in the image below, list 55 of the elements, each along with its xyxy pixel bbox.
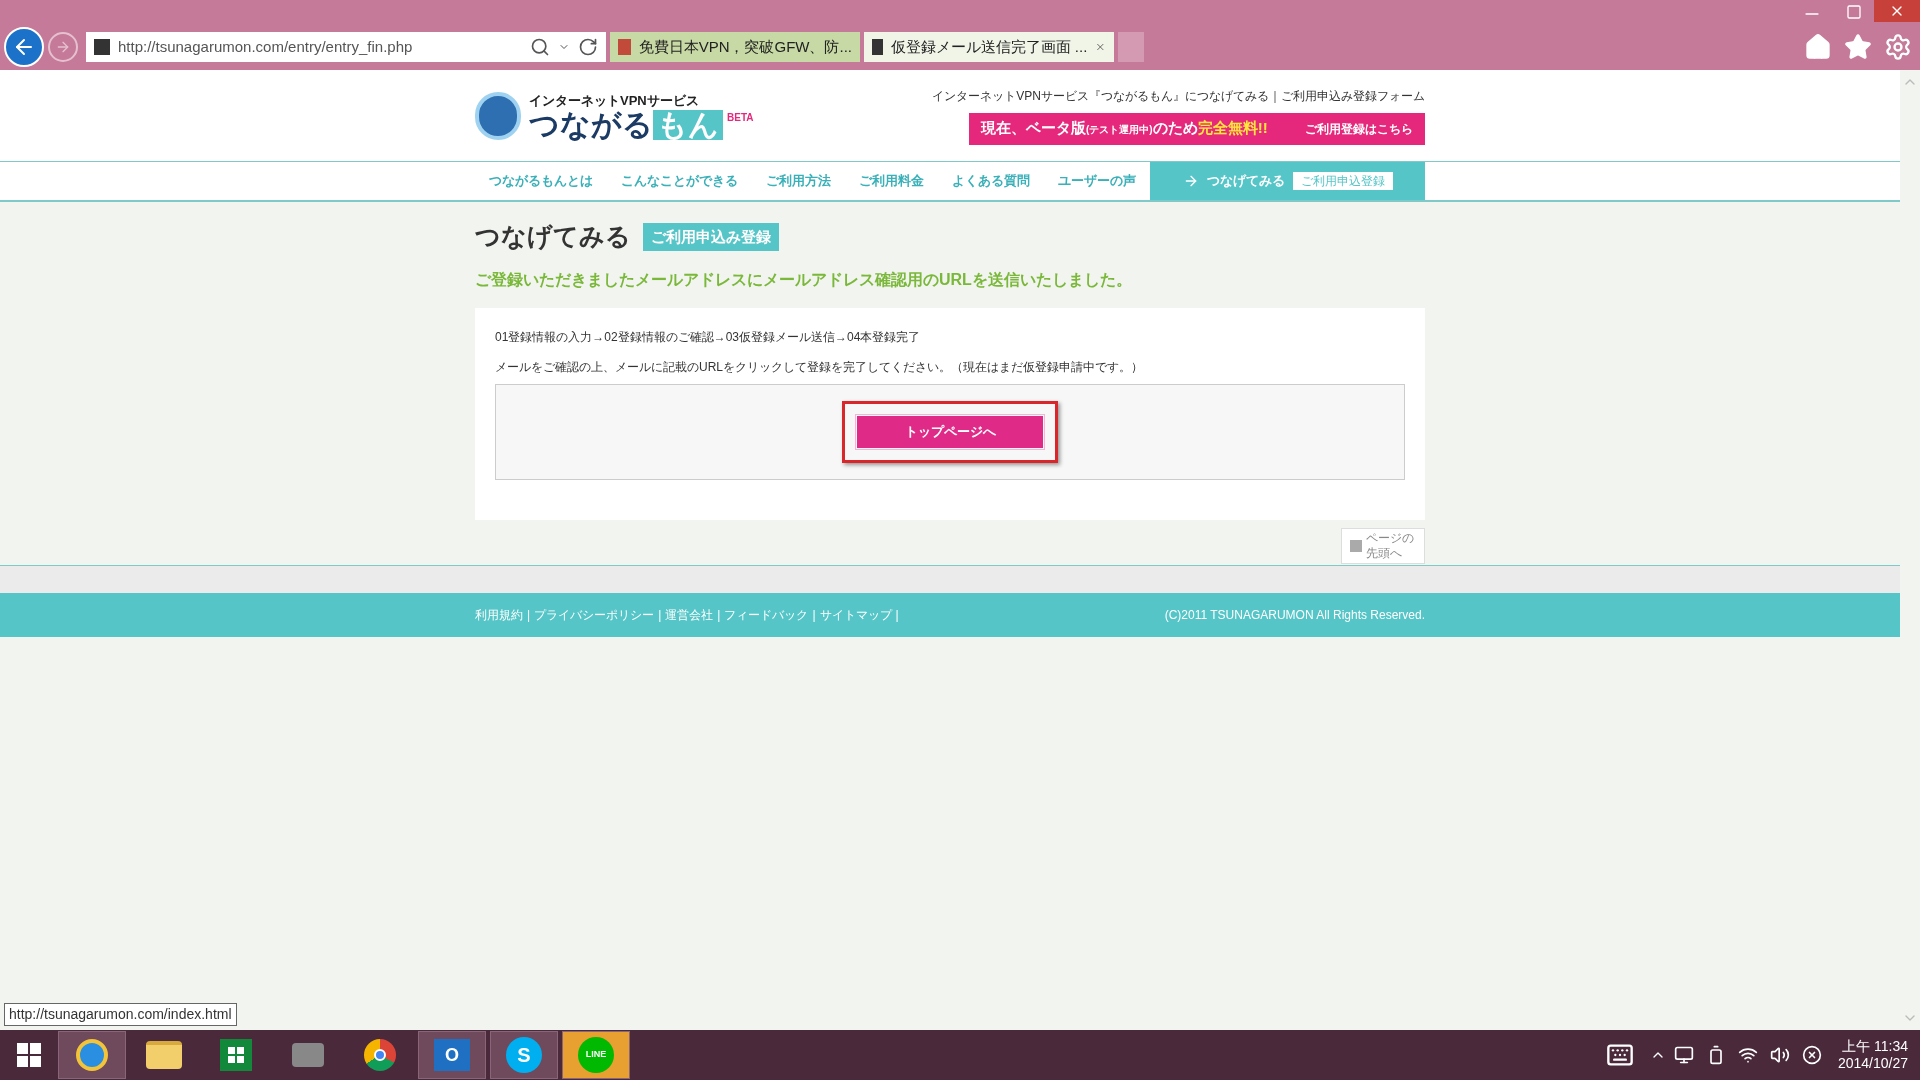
footer-link[interactable]: 利用規約 [475, 605, 523, 624]
footer-link[interactable]: フィードバック [724, 605, 809, 624]
speaker-icon[interactable] [1769, 1045, 1790, 1065]
browser-tab[interactable]: 免費日本VPN，突破GFW、防... [610, 32, 860, 62]
page-top-link[interactable]: ページの先頭へ [1341, 527, 1425, 564]
confirmation-message: ご登録いただきましたメールアドレスにメールアドレス確認用のURLを送信いたしました。 [475, 269, 1133, 290]
skype-logo: S [506, 1037, 542, 1073]
clock[interactable]: 上午 11:34 2014/10/27 [1829, 1037, 1916, 1073]
nav-link[interactable]: ご利用料金 [845, 162, 938, 200]
settings-icon[interactable] [1884, 33, 1912, 61]
signal-icon[interactable] [1737, 1045, 1758, 1065]
refresh-icon[interactable] [578, 37, 598, 57]
copyright: (C)2011 TSUNAGARUMON All Rights Reserved. [1164, 606, 1425, 624]
nav-link[interactable]: こんなことができる [607, 162, 752, 200]
page-title: つなげてみる [475, 221, 631, 252]
folder-icon [146, 1041, 182, 1069]
nav-link[interactable]: よくある質問 [938, 162, 1044, 200]
top-page-button[interactable]: トップページへ [857, 415, 1043, 448]
nav-link[interactable]: つながるもんとは [475, 162, 607, 200]
footer-link[interactable]: 運営会社 [665, 605, 714, 624]
taskbar-app[interactable]: LINE [562, 1031, 630, 1079]
outlook-logo: O [434, 1039, 470, 1071]
tab-favicon [618, 39, 631, 55]
title-badge: ご利用申込み登録 [643, 222, 779, 251]
link-separator: | [717, 606, 721, 624]
registration-steps-text: 01登録情報の入力→02登録情報のご確認→03仮登録メール送信→04本登録完了 [495, 328, 922, 346]
status-url-tooltip: http://tsunagarumon.com/index.html [4, 1003, 237, 1026]
home-icon[interactable] [1804, 33, 1832, 61]
maximize-icon[interactable] [1846, 4, 1862, 20]
nav-cta[interactable]: つなげてみる ご利用申込登録 [1150, 162, 1425, 200]
link-separator: | [895, 606, 899, 624]
nav-link[interactable]: ユーザーの声 [1044, 162, 1150, 200]
taskbar-app[interactable]: O [418, 1031, 486, 1079]
tab-favicon [872, 39, 883, 55]
browser-tab[interactable]: 仮登録メール送信完了画面 ... [864, 32, 1114, 62]
beta-banner[interactable]: 現在、ベータ版(テスト運用中)のため完全無料!! ご利用登録はこちら [969, 112, 1425, 145]
link-separator: | [658, 606, 662, 624]
monitor-icon[interactable] [1673, 1045, 1694, 1065]
site-logo[interactable]: インターネットVPNサービス つながる もん BETA [475, 90, 754, 141]
back-button[interactable] [4, 27, 44, 67]
instruction-text: メールをご確認の上、メールに記載のURLをクリックして登録を完了してください。（現在はまだ仮登録申請中です。） [495, 358, 1144, 376]
error-circle-icon[interactable] [1801, 1045, 1822, 1065]
favorites-star-icon[interactable] [1844, 33, 1872, 61]
link-separator: | [527, 606, 531, 624]
taskbar-app[interactable]: S [490, 1031, 558, 1079]
forward-arrow-icon [55, 39, 71, 55]
nav-link[interactable]: ご利用方法 [752, 162, 845, 200]
link-separator: | [812, 606, 816, 624]
address-bar[interactable]: http://tsunagarumon.com/entry/entry_fin.php [86, 32, 606, 62]
search-icon[interactable] [530, 37, 550, 57]
footer-link[interactable]: プライバシーポリシー [534, 605, 655, 624]
breadcrumb: インターネットVPNサービス『つながるもん』につなげてみる｜ご利用申込み登録フォーム [932, 87, 1425, 105]
footer-link[interactable]: サイトマップ [819, 605, 892, 624]
site-favicon [94, 39, 110, 55]
line-logo: LINE [578, 1037, 614, 1073]
